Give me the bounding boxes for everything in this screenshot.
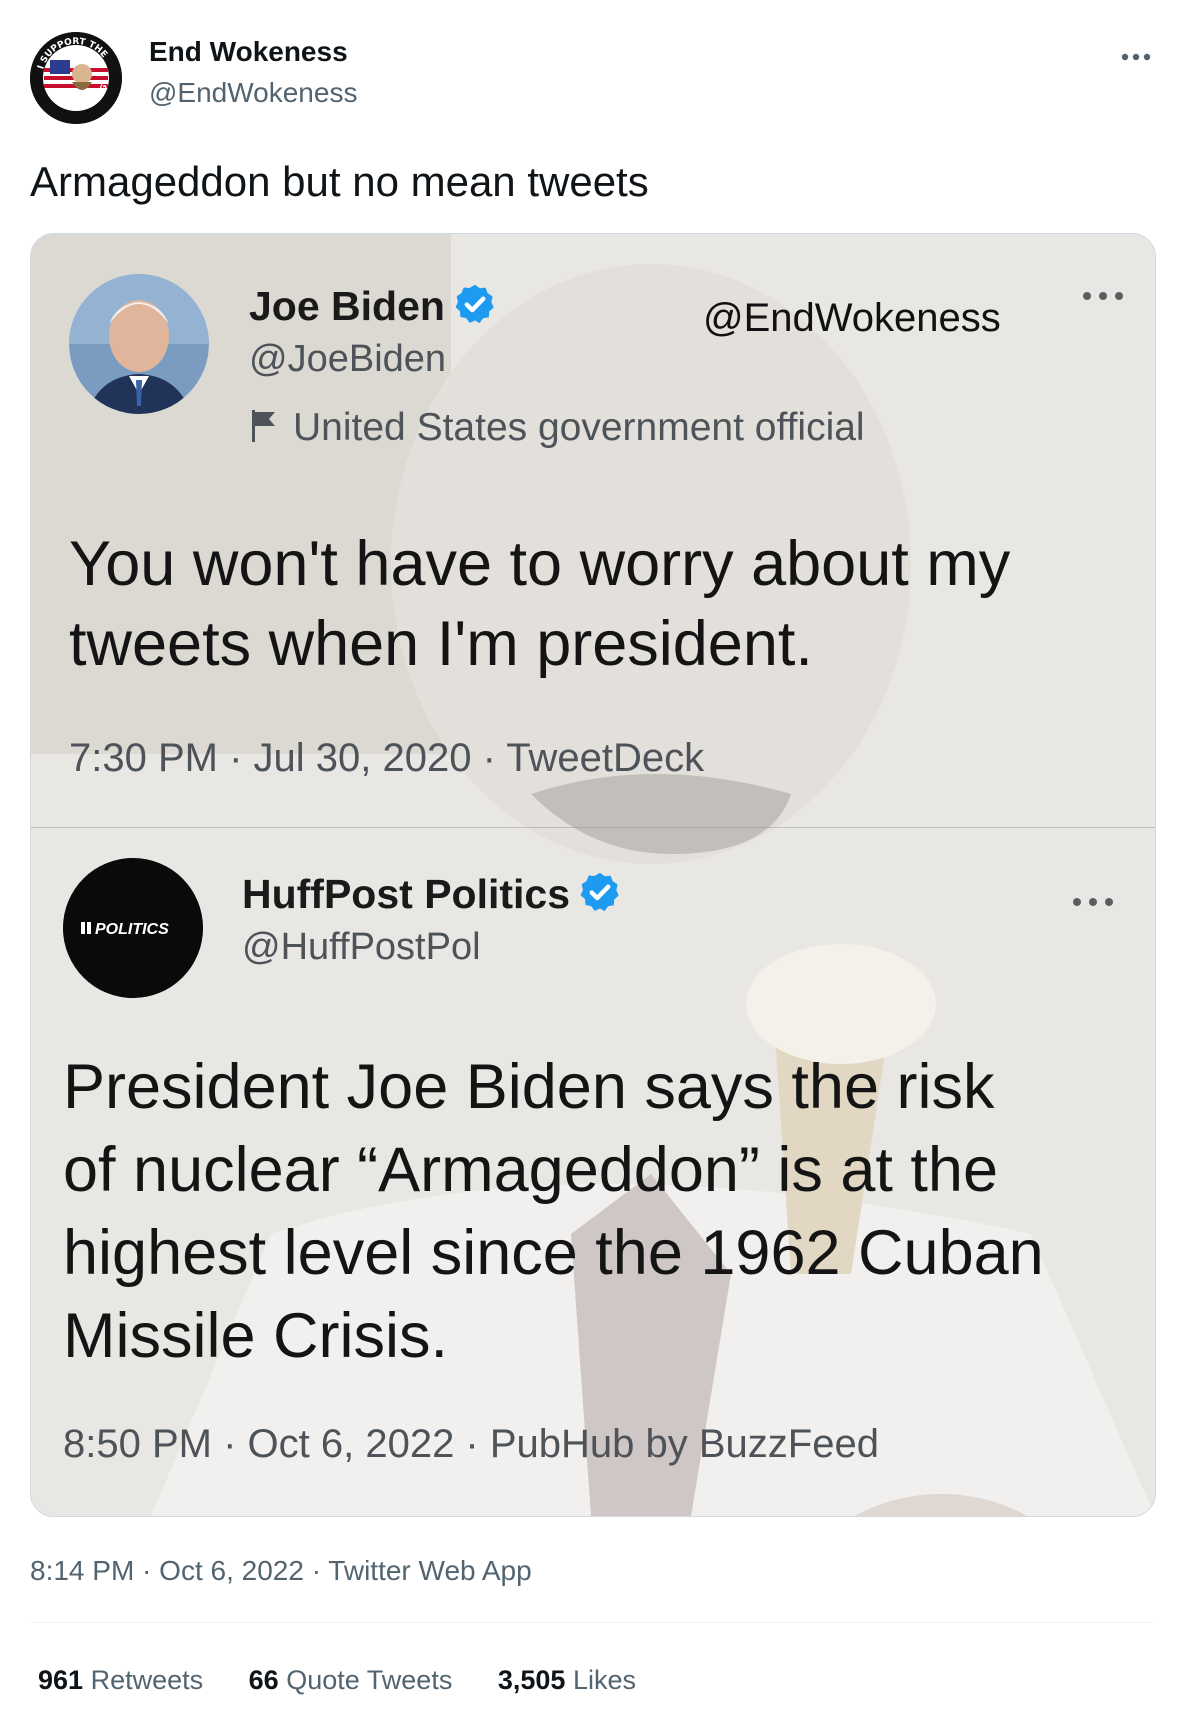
tweet-text-line: tweets when I'm president. — [69, 609, 813, 679]
more-horizontal-icon — [1071, 894, 1115, 912]
more-horizontal-icon[interactable] — [1120, 36, 1152, 70]
author-handle[interactable]: @EndWokeness — [149, 77, 357, 109]
tweet-timestamp[interactable]: 8:14 PM · Oct 6, 2022 · Twitter Web App — [30, 1555, 532, 1587]
government-official-label: United States government official — [249, 406, 865, 453]
quote-tweets-count: 66 — [248, 1665, 279, 1695]
huffpost-avatar-text: POLITICS — [95, 921, 169, 938]
joe-biden-avatar — [69, 274, 209, 414]
verified-badge-icon — [453, 282, 497, 336]
tweet-text-line: Missile Crisis. — [63, 1301, 448, 1371]
huffpost-name-text: HuffPost Politics — [242, 870, 571, 917]
tweet-image[interactable]: Joe Biden @JoeBiden @EndWokeness United … — [30, 233, 1156, 1517]
watermark-text: @EndWokeness — [703, 296, 1001, 340]
verified-badge-icon — [578, 870, 622, 924]
joe-biden-name: Joe Biden — [249, 282, 497, 336]
huffpost-tweet-body: President Joe Biden says the risk of nuc… — [63, 1046, 1044, 1378]
huffpost-avatar: POLITICS — [63, 858, 203, 998]
joe-biden-name-text: Joe Biden — [249, 282, 445, 329]
likes-label: Likes — [572, 1665, 636, 1695]
flag-icon — [249, 407, 279, 453]
divider — [30, 1622, 1154, 1623]
avatar-badge-graphic: I SUPPORT THE FORMER THING — [30, 32, 122, 124]
author-avatar[interactable]: I SUPPORT THE FORMER THING — [30, 32, 122, 124]
joe-biden-handle: @JoeBiden — [249, 338, 447, 380]
joe-biden-tweet-body: You won't have to worry about my tweets … — [69, 524, 1010, 684]
government-official-text: United States government official — [293, 406, 865, 449]
joe-biden-tweet-meta: 7:30 PM · Jul 30, 2020 · TweetDeck — [69, 736, 705, 780]
retweets-count: 961 — [38, 1665, 84, 1695]
quote-tweets-stat[interactable]: 66 Quote Tweets — [249, 1665, 453, 1695]
tweet-text-line: of nuclear “Armageddon” is at the — [63, 1135, 999, 1205]
tweet-text: Armageddon but no mean tweets — [30, 158, 649, 205]
huffpost-handle: @HuffPostPol — [242, 926, 481, 968]
tweet-text-line: President Joe Biden says the risk — [63, 1052, 995, 1122]
huffpost-name: HuffPost Politics — [242, 870, 622, 924]
more-horizontal-icon — [1081, 288, 1125, 306]
retweets-label: Retweets — [90, 1665, 204, 1695]
quote-tweets-label: Quote Tweets — [286, 1665, 453, 1695]
tweet-stats: 961 Retweets 66 Quote Tweets 3,505 Likes — [38, 1665, 674, 1696]
tweet-divider — [31, 827, 1155, 828]
tweet-text-line: highest level since the 1962 Cuban — [63, 1218, 1044, 1288]
tweet-text-line: You won't have to worry about my — [69, 529, 1011, 599]
huffpost-tweet-meta: 8:50 PM · Oct 6, 2022 · PubHub by BuzzFe… — [63, 1422, 879, 1466]
likes-stat[interactable]: 3,505 Likes — [498, 1665, 636, 1695]
author-name[interactable]: End Wokeness — [149, 36, 348, 68]
likes-count: 3,505 — [497, 1665, 566, 1695]
retweets-stat[interactable]: 961 Retweets — [38, 1665, 203, 1695]
